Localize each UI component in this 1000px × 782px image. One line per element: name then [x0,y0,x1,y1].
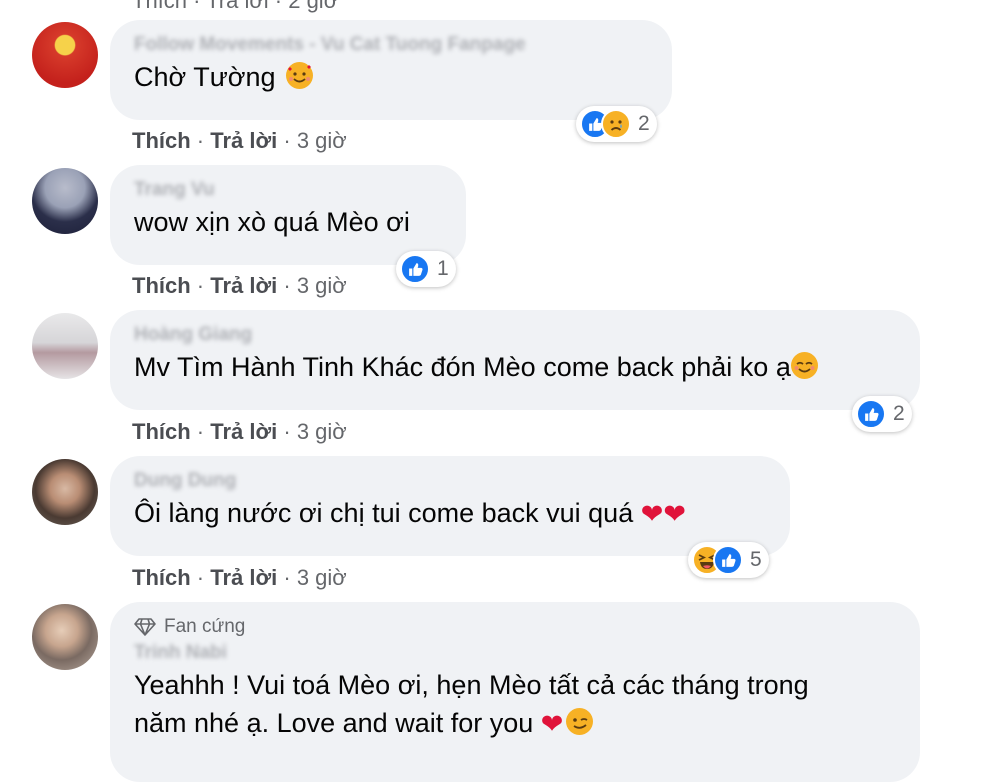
reaction-count: 1 [437,257,449,280]
fan-badge-label: Fan cứng [164,616,246,637]
like-button[interactable]: Thích [132,419,191,444]
comment-text-content: Chờ Tường [134,62,276,92]
avatar[interactable] [32,604,98,670]
comment-text: Mv Tìm Hành Tinh Khác đón Mèo come back … [134,348,896,386]
comment-text-content: năm nhé ạ. Love and wait for you [134,708,534,738]
comment-text-content: Ôi làng nước ơi chị tui come back vui qu… [134,498,634,528]
sad-reaction-icon [601,109,631,139]
smiling-face-with-hearts-icon [286,62,314,89]
comment-author[interactable]: Trinh Nabi [134,640,896,666]
separator: · [283,419,291,444]
red-heart-icon: ❤ [640,499,664,529]
timestamp[interactable]: 3 giờ [297,419,347,444]
timestamp[interactable]: 3 giờ [297,565,347,590]
fan-badge: Fan cứng [134,614,896,640]
reaction-summary[interactable]: 1 [396,251,456,287]
winking-face-icon [566,708,594,735]
like-reaction-icon [713,545,743,575]
separator: · [283,565,291,590]
smiling-face-icon [790,352,818,379]
comment-bubble: Hoàng Giang Mv Tìm Hành Tinh Khác đón Mè… [110,310,920,410]
previous-comment-actions: Thích · Trả lời · 2 giờ [132,0,339,13]
reply-button[interactable]: Trả lời [210,565,277,590]
avatar[interactable] [32,168,98,234]
avatar[interactable] [32,22,98,88]
separator: · [283,128,291,153]
reply-button[interactable]: Trả lời [210,128,277,153]
comment-text: Ôi làng nước ơi chị tui come back vui qu… [134,494,766,532]
separator: · [283,273,291,298]
comment-author[interactable]: Follow Movements - Vu Cat Tuong Fanpage [134,32,648,58]
like-reaction-icon [856,399,886,429]
like-button[interactable]: Thích [132,273,191,298]
reaction-summary[interactable]: 2 [852,396,912,432]
comment-actions: Thích · Trả lời · 3 giờ [132,273,347,299]
comment-bubble: Dung Dung Ôi làng nước ơi chị tui come b… [110,456,790,556]
comment-text: năm nhé ạ. Love and wait for you ❤ [134,704,896,742]
avatar[interactable] [32,459,98,525]
timestamp[interactable]: 3 giờ [297,273,347,298]
comment-author[interactable]: Trang Vu [134,177,442,203]
like-button[interactable]: Thích [132,128,191,153]
reaction-summary[interactable]: 5 [688,542,769,578]
separator: · [196,419,205,444]
timestamp[interactable]: 3 giờ [297,128,347,153]
separator: · [196,128,205,153]
comment-actions: Thích · Trả lời · 3 giờ [132,565,347,591]
reaction-count: 2 [893,402,905,425]
comment-bubble: Fan cứng Trinh Nabi Yeahhh ! Vui toá Mèo… [110,602,920,782]
diamond-icon [134,618,156,636]
avatar[interactable] [32,313,98,379]
comment-author[interactable]: Dung Dung [134,468,766,494]
reaction-summary[interactable]: 2 [576,106,657,142]
red-heart-icon: ❤ [540,709,564,739]
red-heart-icon: ❤ [663,499,686,529]
separator: · [196,565,205,590]
comment-text-content: Mv Tìm Hành Tinh Khác đón Mèo come back … [134,352,791,382]
comment-bubble: Trang Vu wow xịn xò quá Mèo ơi [110,165,466,265]
comment-actions: Thích · Trả lời · 3 giờ [132,419,347,445]
separator: · [196,273,205,298]
comment-text-line: Yeahhh ! Vui toá Mèo ơi, hẹn Mèo tất cả … [134,670,809,700]
reaction-count: 2 [638,112,650,135]
reaction-count: 5 [750,548,762,571]
reply-button[interactable]: Trả lời [210,419,277,444]
comment-text: Chờ Tường [134,58,648,96]
comment-bubble: Follow Movements - Vu Cat Tuong Fanpage … [110,20,672,120]
like-reaction-icon [400,254,430,284]
like-button[interactable]: Thích [132,565,191,590]
comment-actions: Thích · Trả lời · 3 giờ [132,128,347,154]
comment-text: wow xịn xò quá Mèo ơi [134,207,410,237]
comment-author[interactable]: Hoàng Giang [134,322,896,348]
reply-button[interactable]: Trả lời [210,273,277,298]
